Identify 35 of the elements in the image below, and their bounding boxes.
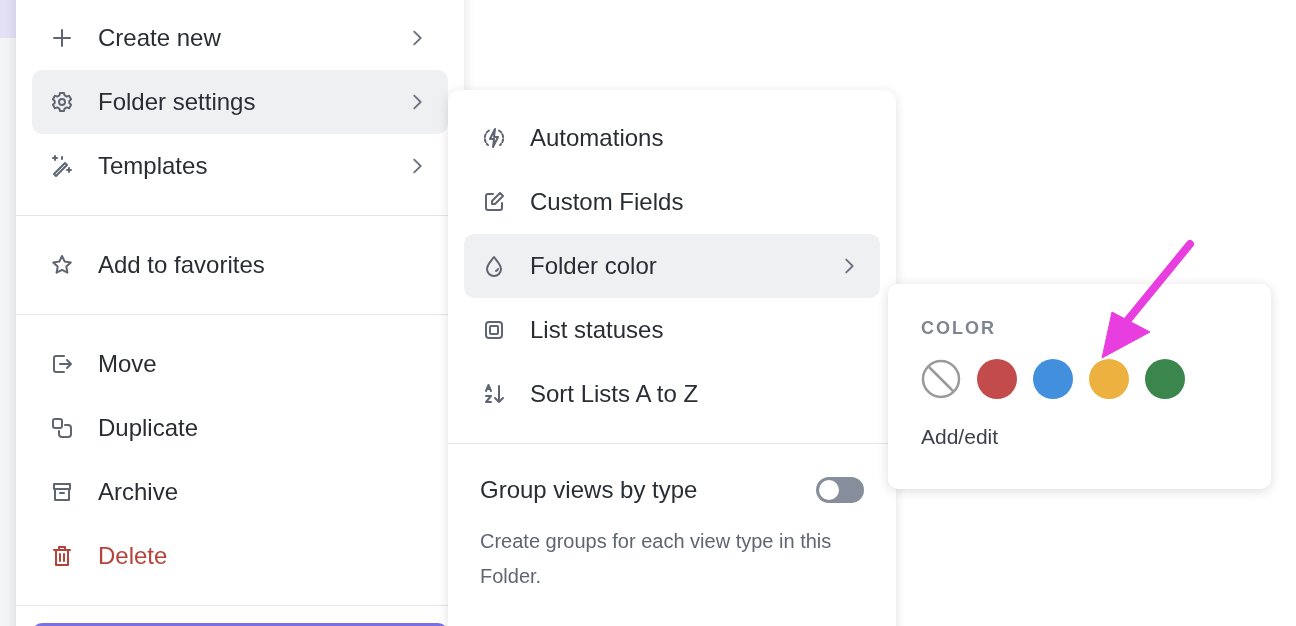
edit-icon bbox=[482, 190, 506, 214]
menu-item[interactable]: Sort Lists A to Z bbox=[464, 362, 880, 426]
menu-item[interactable]: Create new bbox=[32, 6, 448, 70]
menu-item[interactable]: Automations bbox=[464, 106, 880, 170]
color-swatch[interactable] bbox=[977, 359, 1017, 399]
trash-icon bbox=[50, 544, 74, 568]
color-swatch[interactable] bbox=[1033, 359, 1073, 399]
menu-item[interactable]: Delete bbox=[32, 524, 448, 588]
duplicate-icon bbox=[50, 416, 74, 440]
toggle-label: Group views by type bbox=[480, 476, 698, 504]
toggle-switch[interactable] bbox=[816, 477, 864, 503]
magic-wand-icon bbox=[50, 154, 74, 178]
menu-item[interactable]: Move bbox=[32, 332, 448, 396]
menu-item[interactable]: Archive bbox=[32, 460, 448, 524]
bolt-icon bbox=[482, 126, 506, 150]
section-heading: COLOR bbox=[921, 318, 996, 339]
color-swatch[interactable] bbox=[1089, 359, 1129, 399]
plus-icon bbox=[50, 26, 74, 50]
menu-item[interactable]: Folder color bbox=[464, 234, 880, 298]
menu-item[interactable]: Templates bbox=[32, 134, 448, 198]
square-icon bbox=[482, 318, 506, 342]
archive-icon bbox=[50, 480, 74, 504]
exit-arrow-icon bbox=[50, 352, 74, 376]
sort-icon bbox=[482, 382, 506, 406]
settings-icon bbox=[50, 90, 74, 114]
menu-item[interactable]: Custom Fields bbox=[464, 170, 880, 234]
menu-item[interactable]: Folder settings bbox=[32, 70, 448, 134]
add-edit-link[interactable]: Add/edit bbox=[921, 425, 999, 449]
menu-item[interactable]: List statuses bbox=[464, 298, 880, 362]
color-swatch[interactable] bbox=[1145, 359, 1185, 399]
star-icon bbox=[50, 253, 74, 277]
menu-item[interactable]: Add to favorites bbox=[32, 233, 448, 297]
no-color-icon[interactable] bbox=[921, 359, 961, 399]
menu-item[interactable]: Duplicate bbox=[32, 396, 448, 460]
toggle-description: Create groups for each view type in this Folder. bbox=[480, 529, 833, 589]
